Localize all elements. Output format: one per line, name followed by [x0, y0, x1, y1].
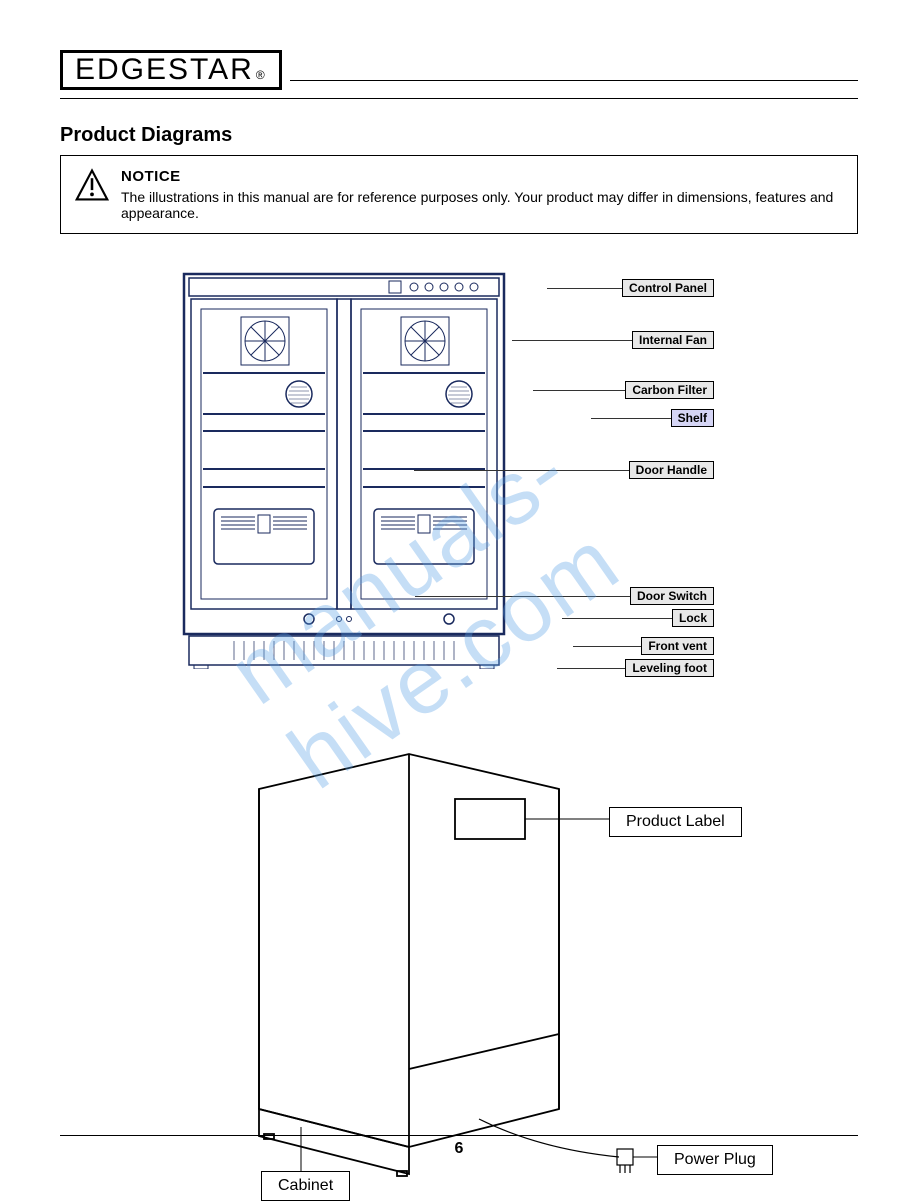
label-door-switch: Door Switch	[630, 587, 714, 605]
label-control-panel: Control Panel	[622, 279, 714, 297]
label-lock: Lock	[672, 609, 714, 627]
warning-triangle-icon	[75, 168, 109, 202]
label-product-label: Product Label	[609, 807, 742, 837]
section-title: Product Diagrams	[60, 124, 858, 147]
label-carbon-filter: Carbon Filter	[625, 381, 714, 399]
callout-carbon-filter: Carbon Filter	[469, 381, 714, 399]
header-underline	[60, 98, 858, 99]
callout-door-switch: Door Switch	[349, 587, 714, 605]
brand-logo: EDGESTAR ®	[60, 50, 282, 90]
notice-text: NOTICE The illustrations in this manual …	[121, 168, 843, 221]
callout-door-handle: Door Handle	[349, 461, 714, 479]
back-diagram: Product Label Cabinet Power Plug	[179, 729, 739, 1199]
front-diagram: Control Panel Internal Fan Carbon Filter…	[179, 269, 739, 709]
back-unit-illustration	[179, 729, 739, 1199]
label-shelf: Shelf	[671, 409, 714, 427]
footer-rule	[60, 1135, 858, 1136]
callout-lock: Lock	[454, 609, 714, 627]
label-cabinet: Cabinet	[261, 1171, 350, 1201]
callout-leveling-foot: Leveling foot	[494, 659, 714, 677]
notice-body: The illustrations in this manual are for…	[121, 189, 843, 221]
label-leveling-foot: Leveling foot	[625, 659, 714, 677]
notice-box: NOTICE The illustrations in this manual …	[60, 155, 858, 234]
page-container: EDGESTAR ® Product Diagrams NOTICE The i…	[0, 0, 918, 1188]
callout-control-panel: Control Panel	[484, 279, 714, 297]
registered-icon: ®	[256, 69, 267, 81]
page-number: 6	[455, 1140, 464, 1158]
callout-shelf: Shelf	[484, 409, 714, 427]
header-bar: EDGESTAR ®	[60, 50, 858, 90]
callout-front-vent: Front vent	[494, 637, 714, 655]
brand-text: EDGESTAR	[75, 55, 254, 85]
label-internal-fan: Internal Fan	[632, 331, 714, 349]
label-front-vent: Front vent	[641, 637, 714, 655]
label-power-plug: Power Plug	[657, 1145, 773, 1175]
header-rule	[290, 80, 858, 81]
notice-title: NOTICE	[121, 168, 843, 185]
callout-internal-fan: Internal Fan	[449, 331, 714, 349]
label-door-handle: Door Handle	[629, 461, 714, 479]
